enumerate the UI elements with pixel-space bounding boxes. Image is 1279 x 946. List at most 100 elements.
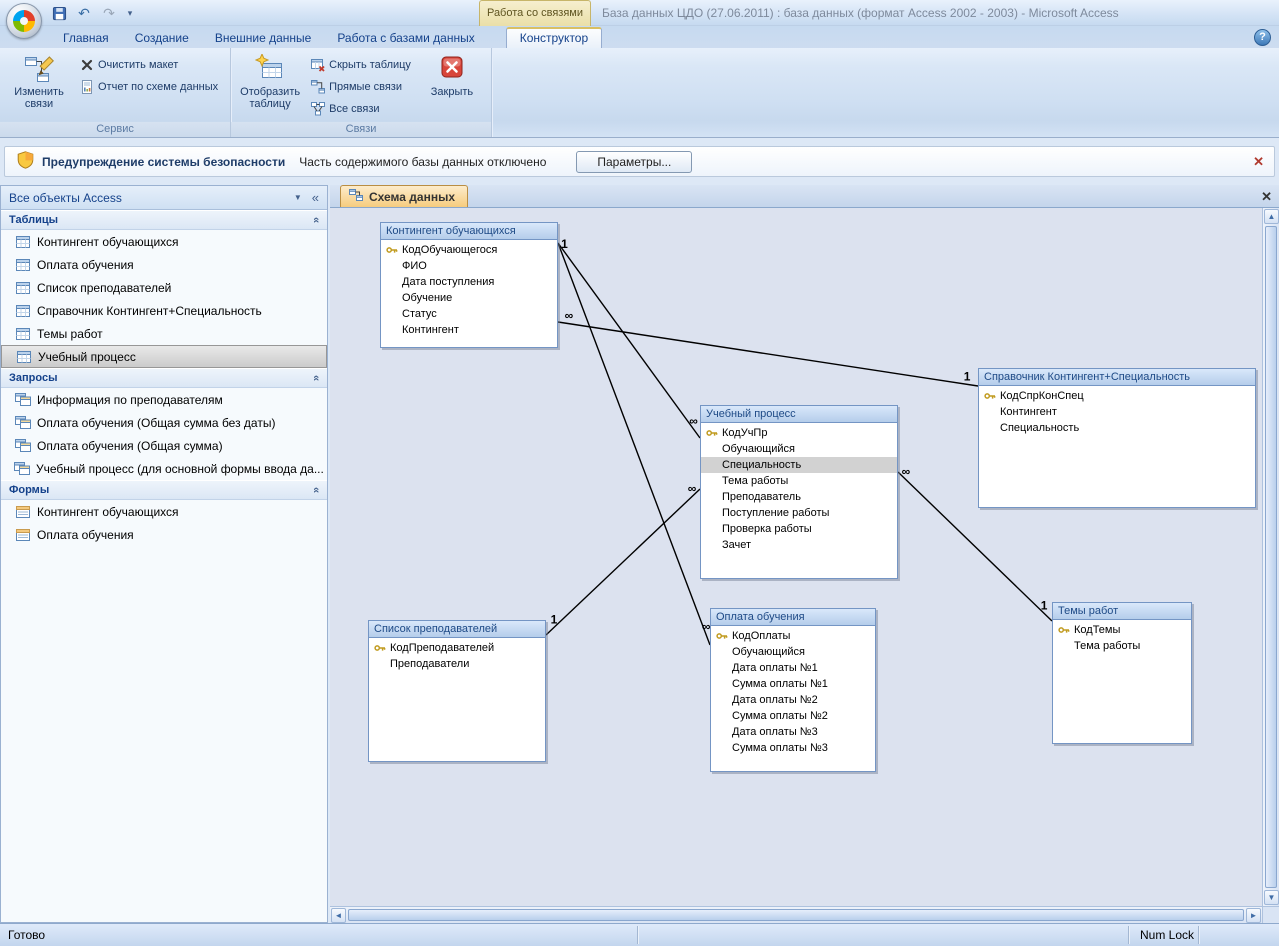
navigation-pane-header[interactable]: Все объекты Access ▼ « xyxy=(1,186,327,210)
edit-relationships-icon xyxy=(24,54,54,84)
diagram-field[interactable]: Преподаватель xyxy=(701,489,897,505)
diagram-table-title[interactable]: Справочник Контингент+Специальность xyxy=(979,369,1255,386)
nav-section-header[interactable]: Таблицы« xyxy=(1,210,327,230)
status-separator xyxy=(1198,926,1199,944)
save-button[interactable] xyxy=(48,3,70,23)
nav-item[interactable]: Справочник Контингент+Специальность xyxy=(1,299,327,322)
nav-section-header[interactable]: Запросы« xyxy=(1,368,327,388)
nav-item[interactable]: Учебный процесс (для основной формы ввод… xyxy=(1,457,327,480)
diagram-table-title[interactable]: Оплата обучения xyxy=(711,609,875,626)
diagram-field[interactable]: Дата поступления xyxy=(381,274,557,290)
diagram-field[interactable]: КодСпрКонСпец xyxy=(979,388,1255,404)
diagram-field[interactable]: Обучающийся xyxy=(711,644,875,660)
ribbon-tab[interactable]: Внешние данные xyxy=(202,27,325,48)
diagram-field[interactable]: Сумма оплаты №2 xyxy=(711,708,875,724)
diagram-field[interactable]: КодОбучающегося xyxy=(381,242,557,258)
security-bar-close-icon[interactable]: ✕ xyxy=(1253,154,1264,170)
diagram-field[interactable]: Поступление работы xyxy=(701,505,897,521)
diagram-field-name: КодСпрКонСпец xyxy=(1000,390,1084,402)
nav-item[interactable]: Оплата обучения (Общая сумма без даты) xyxy=(1,411,327,434)
close-red-button[interactable]: Закрыть xyxy=(419,52,485,98)
diagram-field[interactable]: Тема работы xyxy=(1053,638,1191,654)
diagram-field[interactable]: Дата оплаты №2 xyxy=(711,692,875,708)
diagram-table-title[interactable]: Список преподавателей xyxy=(369,621,545,638)
scroll-down-icon[interactable]: ▼ xyxy=(1264,890,1279,905)
nav-item[interactable]: Список преподавателей xyxy=(1,276,327,299)
hide-table-button[interactable]: Скрыть таблицу xyxy=(305,54,417,75)
ribbon-tab[interactable]: Работа с базами данных xyxy=(324,27,487,48)
diagram-field[interactable]: Сумма оплаты №1 xyxy=(711,676,875,692)
vertical-scrollbar[interactable]: ▲ ▼ xyxy=(1262,208,1279,906)
diagram-field[interactable]: ФИО xyxy=(381,258,557,274)
diagram-field[interactable]: Обучение xyxy=(381,290,557,306)
diagram-field[interactable]: Зачет xyxy=(701,537,897,553)
ribbon-tab[interactable]: Главная xyxy=(50,27,122,48)
nav-item-label: Оплата обучения (Общая сумма) xyxy=(37,439,223,453)
edit-relationships-button[interactable]: Изменитьсвязи xyxy=(6,52,72,110)
diagram-table-title[interactable]: Темы работ xyxy=(1053,603,1191,620)
diagram-field[interactable]: Проверка работы xyxy=(701,521,897,537)
diagram-field[interactable]: КодТемы xyxy=(1053,622,1191,638)
diagram-table-title[interactable]: Учебный процесс xyxy=(701,406,897,423)
diagram-table[interactable]: Учебный процесс КодУчПрОбучающийсяСпециал… xyxy=(700,405,898,579)
diagram-field[interactable]: Обучающийся xyxy=(701,441,897,457)
undo-button[interactable]: ↶ xyxy=(73,3,95,23)
navigation-dropdown-icon[interactable]: ▼ xyxy=(294,193,302,202)
nav-item[interactable]: Информация по преподавателям xyxy=(1,388,327,411)
diagram-field[interactable]: Преподаватели xyxy=(369,656,545,672)
nav-item[interactable]: Учебный процесс xyxy=(1,345,327,368)
diagram-table[interactable]: Список преподавателей КодПреподавателейПр… xyxy=(368,620,546,762)
nav-item[interactable]: Оплата обучения (Общая сумма) xyxy=(1,434,327,457)
ribbon-tab[interactable]: Конструктор xyxy=(506,27,602,48)
diagram-field[interactable]: Дата оплаты №1 xyxy=(711,660,875,676)
diagram-table[interactable]: Темы работ КодТемыТема работы xyxy=(1052,602,1192,744)
nav-section-header[interactable]: Формы« xyxy=(1,480,327,500)
diagram-table[interactable]: Справочник Контингент+Специальность КодСп… xyxy=(978,368,1256,508)
diagram-table-title[interactable]: Контингент обучающихся xyxy=(381,223,557,240)
all-relationships-button[interactable]: Все связи xyxy=(305,98,417,119)
nav-item[interactable]: Контингент обучающихся xyxy=(1,230,327,253)
diagram-field[interactable]: Дата оплаты №3 xyxy=(711,724,875,740)
scroll-right-icon[interactable]: ► xyxy=(1246,908,1261,923)
office-button[interactable] xyxy=(6,3,42,39)
diagram-field[interactable]: Контингент xyxy=(381,322,557,338)
diagram-table[interactable]: Оплата обученияКодОплатыОбучающийсяДата … xyxy=(710,608,876,772)
vertical-scroll-thumb[interactable] xyxy=(1265,226,1277,888)
chevron-up-icon: « xyxy=(310,375,322,381)
horizontal-scrollbar[interactable]: ◄ ► xyxy=(330,906,1262,923)
scroll-left-icon[interactable]: ◄ xyxy=(331,908,346,923)
help-button[interactable]: ? xyxy=(1254,29,1271,46)
redo-button[interactable]: ↷ xyxy=(98,3,120,23)
diagram-field[interactable]: КодУчПр xyxy=(701,425,897,441)
diagram-field[interactable]: Сумма оплаты №3 xyxy=(711,740,875,756)
diagram-field[interactable]: Специальность xyxy=(701,457,897,473)
tab-relationships[interactable]: Схема данных xyxy=(340,185,468,207)
nav-item-label: Оплата обучения xyxy=(37,258,134,272)
security-options-button[interactable]: Параметры... xyxy=(576,151,692,173)
relationship-report-icon xyxy=(80,80,94,94)
cardinality-label: ∞ xyxy=(565,309,574,323)
document-close-icon[interactable]: ✕ xyxy=(1261,189,1272,205)
diagram-table[interactable]: Контингент обучающихся КодОбучающегосяФИО… xyxy=(380,222,558,348)
clear-layout-button[interactable]: Очистить макет xyxy=(74,54,224,75)
diagram-field[interactable]: КодОплаты xyxy=(711,628,875,644)
scroll-up-icon[interactable]: ▲ xyxy=(1264,209,1279,224)
diagram-field[interactable]: Специальность xyxy=(979,420,1255,436)
nav-item[interactable]: Контингент обучающихся xyxy=(1,500,327,523)
nav-item[interactable]: Темы работ xyxy=(1,322,327,345)
direct-relationships-button[interactable]: Прямые связи xyxy=(305,76,417,97)
shield-icon xyxy=(17,151,34,172)
diagram-field[interactable]: КодПреподавателей xyxy=(369,640,545,656)
diagram-field[interactable]: Статус xyxy=(381,306,557,322)
nav-item[interactable]: Оплата обучения xyxy=(1,523,327,546)
diagram-field[interactable]: Контингент xyxy=(979,404,1255,420)
navigation-shutter-icon[interactable]: « xyxy=(312,190,319,205)
relationships-diagram: 1∞∞∞1∞1∞1Контингент обучающихсяКодОбучаю… xyxy=(330,208,1262,906)
ribbon-tab[interactable]: Создание xyxy=(122,27,202,48)
nav-item[interactable]: Оплата обучения xyxy=(1,253,327,276)
diagram-field[interactable]: Тема работы xyxy=(701,473,897,489)
qat-customize-button[interactable]: ▾ xyxy=(123,3,137,23)
show-table-button[interactable]: Отобразитьтаблицу xyxy=(237,52,303,110)
horizontal-scroll-thumb[interactable] xyxy=(348,909,1244,921)
relationship-report-button[interactable]: Отчет по схеме данных xyxy=(74,76,224,97)
